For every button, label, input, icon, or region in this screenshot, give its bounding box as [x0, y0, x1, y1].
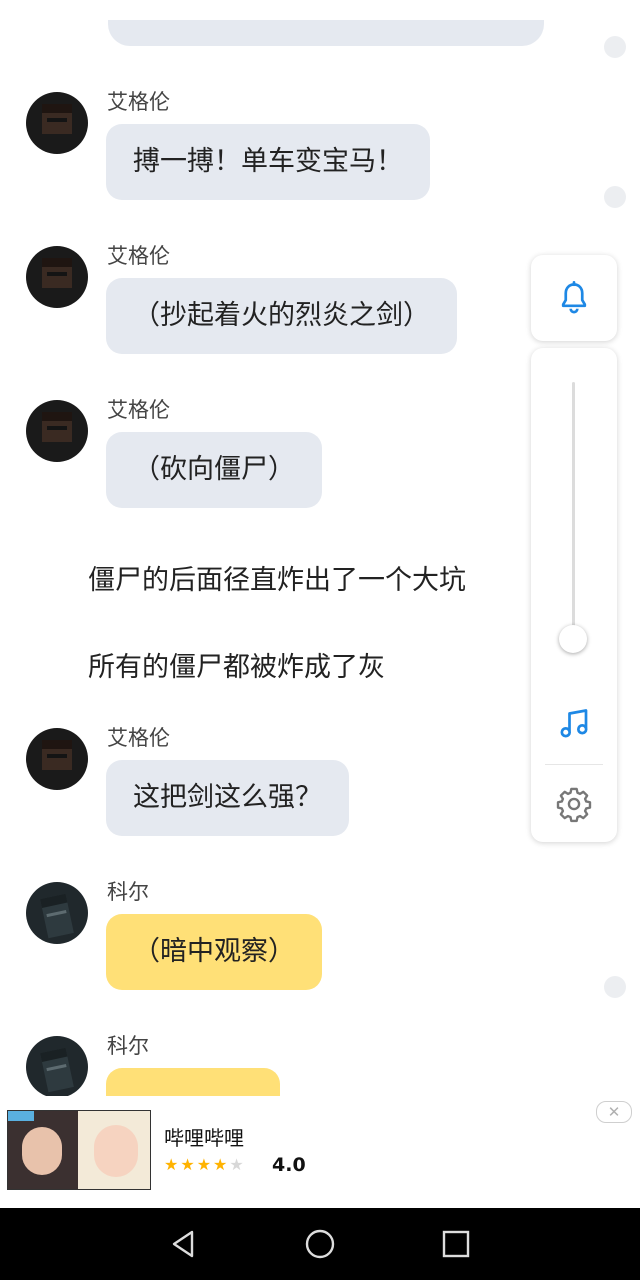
music-note-icon[interactable]	[556, 706, 592, 742]
bell-icon	[561, 281, 587, 314]
narration-text: 所有的僵尸都被炸成了灰	[88, 652, 385, 683]
scroll-marker	[604, 186, 626, 208]
star-icon: ★	[196, 1155, 214, 1174]
previous-message-bubble	[108, 20, 544, 46]
audio-control-panel	[531, 348, 617, 842]
system-navigation-bar	[0, 1208, 640, 1280]
volume-slider-knob[interactable]	[559, 624, 587, 653]
avatar[interactable]	[26, 400, 88, 462]
ad-star-rating: ★★★★★	[164, 1155, 246, 1174]
star-icon: ★	[229, 1155, 246, 1174]
home-circle-icon[interactable]	[304, 1228, 336, 1260]
sender-name: 艾格伦	[107, 726, 170, 750]
recents-square-icon[interactable]	[440, 1228, 472, 1260]
volume-slider-track[interactable]	[572, 382, 575, 652]
message-bubble[interactable]: 这把剑这么强？	[106, 760, 349, 836]
divider	[545, 764, 603, 765]
avatar[interactable]	[26, 882, 88, 944]
sender-name: 艾格伦	[107, 90, 170, 114]
sender-name: 科尔	[107, 1034, 149, 1058]
sender-name: 艾格伦	[107, 244, 170, 268]
ad-close-button[interactable]: ✕	[596, 1101, 632, 1123]
sender-name: 艾格伦	[107, 398, 170, 422]
message-bubble[interactable]: 搏一搏！单车变宝马！	[106, 124, 430, 200]
star-icon: ★	[213, 1155, 230, 1174]
ad-banner[interactable]: 哔哩哔哩 ★★★★★ 4.0 ✕	[0, 1096, 640, 1208]
message-bubble[interactable]: （抄起着火的烈炎之剑）	[106, 278, 457, 354]
message-bubble[interactable]: （砍向僵尸）	[106, 432, 322, 508]
message-bubble[interactable]: （暗中观察）	[106, 914, 322, 990]
sender-name: 科尔	[107, 880, 149, 904]
ad-image[interactable]	[7, 1110, 151, 1190]
scroll-marker	[604, 36, 626, 58]
message-bubble[interactable]	[106, 1068, 280, 1096]
avatar[interactable]	[26, 728, 88, 790]
back-triangle-icon[interactable]	[168, 1228, 200, 1260]
ad-rating-value: 4.0	[272, 1154, 306, 1176]
narration-text: 僵尸的后面径直炸出了一个大坑	[88, 565, 466, 596]
notification-button[interactable]	[531, 255, 617, 341]
avatar[interactable]	[26, 246, 88, 308]
star-icon: ★	[180, 1155, 197, 1174]
gear-icon[interactable]	[555, 785, 593, 823]
avatar[interactable]	[26, 1036, 88, 1096]
ad-app-title[interactable]: 哔哩哔哩	[164, 1122, 244, 1151]
star-icon: ★	[164, 1155, 181, 1174]
avatar[interactable]	[26, 92, 88, 154]
scroll-marker	[604, 976, 626, 998]
